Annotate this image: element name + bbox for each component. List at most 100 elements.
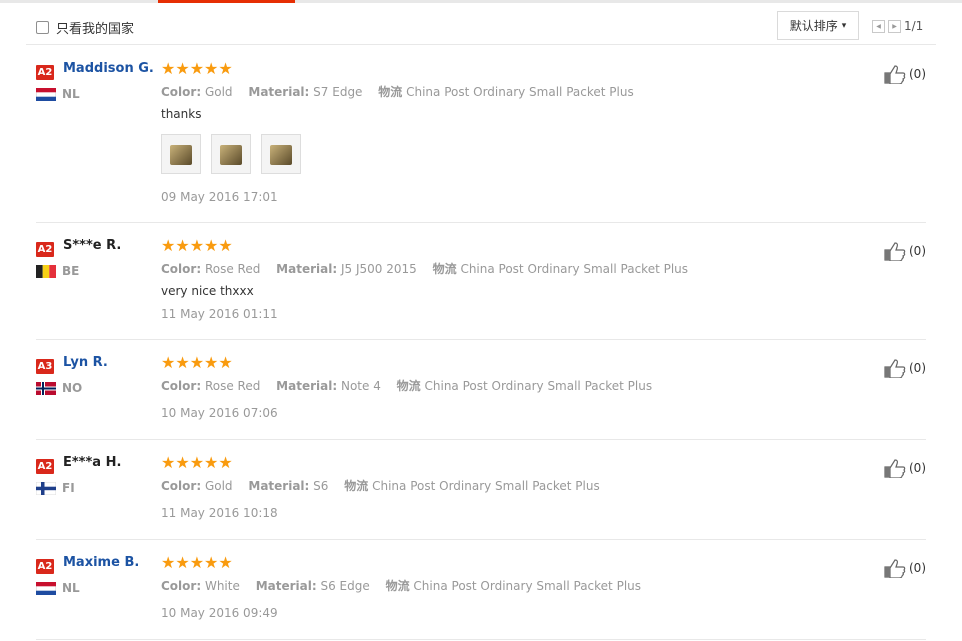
- order-attributes: Color: Rose Red Material: Note 4 物流 Chin…: [161, 377, 652, 394]
- shipping-label: 物流: [344, 479, 369, 493]
- shipping-label: 物流: [432, 262, 457, 276]
- helpful-count: (0): [909, 244, 926, 258]
- page-indicator: 1/1: [904, 19, 924, 33]
- buyer-level-badge: A2: [36, 242, 54, 257]
- active-tab-indicator: [158, 0, 295, 3]
- thumbs-up-icon: [884, 559, 906, 578]
- helpful-button[interactable]: (0): [883, 558, 926, 578]
- review-item: A3 Lyn R. NO ★★★★★ Color: Rose Red Mater…: [36, 354, 926, 440]
- sort-label: 默认排序: [789, 19, 838, 33]
- flag-nl-icon: [36, 87, 56, 101]
- buyer-country: BE: [36, 264, 79, 278]
- prev-page-icon[interactable]: ◀: [872, 19, 885, 33]
- shipping-value: China Post Ordinary Small Packet Plus: [413, 579, 642, 593]
- helpful-count: (0): [909, 361, 926, 375]
- material-label: Material:: [248, 85, 310, 99]
- order-attributes: Color: Rose Red Material: J5 J500 2015 物…: [161, 260, 688, 277]
- buyer-level-badge: A2: [36, 65, 54, 80]
- buyer-name[interactable]: Maddison G.: [63, 61, 154, 76]
- review-date: 11 May 2016 10:18: [161, 506, 278, 520]
- buyer-country: NL: [36, 581, 80, 595]
- country-code: NL: [62, 87, 80, 101]
- review-photo[interactable]: [161, 134, 201, 174]
- flag-be-icon: [36, 264, 56, 278]
- helpful-button[interactable]: (0): [883, 64, 926, 84]
- buyer-name: S***e R.: [63, 238, 122, 253]
- star-rating: ★★★★★: [161, 236, 233, 255]
- color-label: Color:: [161, 579, 202, 593]
- country-code: FI: [62, 481, 75, 495]
- buyer-name: E***a H.: [63, 455, 122, 470]
- color-label: Color:: [161, 379, 202, 393]
- color-label: Color:: [161, 85, 202, 99]
- my-country-filter[interactable]: 只看我的国家: [36, 18, 134, 37]
- review-photo[interactable]: [211, 134, 251, 174]
- order-attributes: Color: Gold Material: S6 物流 China Post O…: [161, 477, 600, 494]
- chevron-down-icon: ▾: [841, 20, 847, 31]
- shipping-label: 物流: [396, 379, 421, 393]
- helpful-button[interactable]: (0): [883, 458, 926, 478]
- material-label: Material:: [255, 579, 317, 593]
- review-text: thanks: [161, 107, 202, 121]
- helpful-button[interactable]: (0): [883, 241, 926, 261]
- flag-fi-icon: [36, 481, 56, 495]
- buyer-country: NO: [36, 381, 82, 395]
- tab-underline: [0, 0, 962, 3]
- shipping-value: China Post Ordinary Small Packet Plus: [372, 479, 600, 493]
- helpful-count: (0): [909, 561, 926, 575]
- shipping-label: 物流: [378, 85, 403, 99]
- material-value: Note 4: [340, 379, 381, 393]
- review-date: 11 May 2016 01:11: [161, 307, 278, 321]
- thumbs-up-icon: [884, 242, 906, 261]
- material-label: Material:: [276, 262, 338, 276]
- buyer-name[interactable]: Maxime B.: [63, 555, 139, 570]
- review-item: A2 S***e R. BE ★★★★★ Color: Rose Red Mat…: [36, 237, 926, 340]
- buyer-level-badge: A2: [36, 559, 54, 574]
- thumbs-up-icon: [884, 65, 906, 84]
- color-value: Gold: [204, 85, 233, 99]
- flag-no-icon: [36, 381, 56, 395]
- helpful-button[interactable]: (0): [883, 358, 926, 378]
- star-rating: ★★★★★: [161, 453, 233, 472]
- review-date: 09 May 2016 17:01: [161, 190, 278, 204]
- material-value: S7 Edge: [313, 85, 363, 99]
- helpful-count: (0): [909, 461, 926, 475]
- buyer-level-badge: A3: [36, 359, 54, 374]
- country-code: BE: [62, 264, 80, 278]
- review-date: 10 May 2016 07:06: [161, 406, 278, 420]
- sort-dropdown[interactable]: 默认排序 ▾: [777, 11, 859, 40]
- shipping-value: China Post Ordinary Small Packet Plus: [460, 262, 689, 276]
- review-text: very nice thxxx: [161, 284, 254, 298]
- country-code: NL: [62, 581, 80, 595]
- thumbs-up-icon: [884, 459, 906, 478]
- color-value: Rose Red: [204, 262, 261, 276]
- my-country-checkbox[interactable]: [36, 21, 49, 34]
- buyer-country: NL: [36, 87, 80, 101]
- buyer-country: FI: [36, 481, 75, 495]
- review-photos: [161, 134, 311, 174]
- flag-nl-icon: [36, 581, 56, 595]
- material-label: Material:: [276, 379, 338, 393]
- star-rating: ★★★★★: [161, 553, 233, 572]
- thumbs-up-icon: [884, 359, 906, 378]
- star-rating: ★★★★★: [161, 353, 233, 372]
- my-country-label: 只看我的国家: [56, 22, 135, 37]
- shipping-value: China Post Ordinary Small Packet Plus: [424, 379, 653, 393]
- shipping-value: China Post Ordinary Small Packet Plus: [406, 85, 634, 99]
- photo-image: [270, 145, 292, 165]
- review-item: A2 Maxime B. NL ★★★★★ Color: White Mater…: [36, 554, 926, 640]
- buyer-name[interactable]: Lyn R.: [63, 355, 108, 370]
- review-date: 10 May 2016 09:49: [161, 606, 278, 620]
- color-label: Color:: [161, 479, 202, 493]
- buyer-level-badge: A2: [36, 459, 54, 474]
- shipping-label: 物流: [385, 579, 410, 593]
- country-code: NO: [62, 381, 83, 395]
- photo-image: [220, 145, 242, 165]
- order-attributes: Color: White Material: S6 Edge 物流 China …: [161, 577, 641, 594]
- material-value: J5 J500 2015: [340, 262, 417, 276]
- color-label: Color:: [161, 262, 202, 276]
- review-photo[interactable]: [261, 134, 301, 174]
- star-rating: ★★★★★: [161, 59, 233, 78]
- next-page-icon[interactable]: ▶: [888, 19, 901, 33]
- review-item: A2 Maddison G. NL ★★★★★ Color: Gold Mate…: [36, 60, 926, 223]
